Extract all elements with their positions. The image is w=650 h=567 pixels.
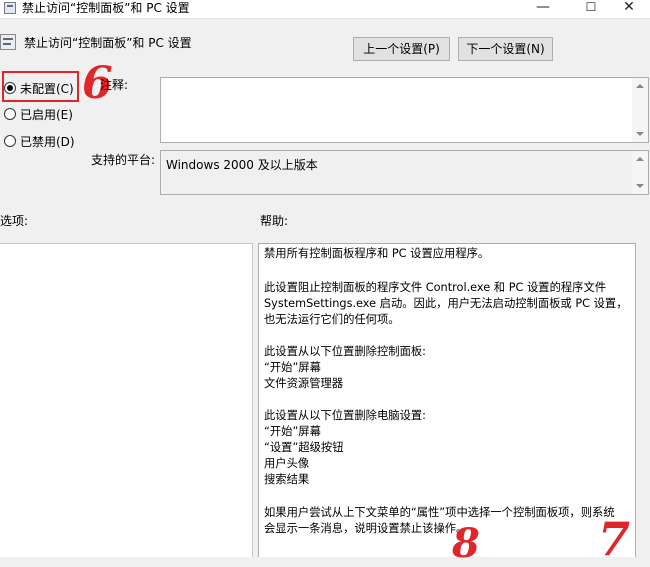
help-line: “开始”屏幕 xyxy=(264,361,321,374)
annotation-step-8: 8 xyxy=(452,520,480,567)
help-line: “开始”屏幕 xyxy=(264,425,321,438)
supported-on-label: 支持的平台: xyxy=(91,153,156,167)
radio-enabled-label: 已启用(E) xyxy=(20,107,73,122)
annotation-highlight-box xyxy=(2,71,79,102)
title-bar: 禁止访问“控制面板”和 PC 设置 — ☐ ✕ xyxy=(0,0,650,19)
scroll-down-arrow-icon[interactable] xyxy=(636,132,644,136)
options-pane xyxy=(0,243,253,557)
scroll-up-arrow-icon[interactable] xyxy=(636,157,644,161)
help-line: 用户头像 xyxy=(264,457,310,470)
comment-scrollbar[interactable] xyxy=(632,78,648,142)
radio-disabled-label: 已禁用(D) xyxy=(20,134,75,149)
radio-disabled[interactable]: 已禁用(D) xyxy=(4,132,75,150)
next-setting-button[interactable]: 下一个设置(N) xyxy=(458,37,553,61)
help-line: SystemSettings.exe 启动。因此，用户无法启动控制面板或 PC … xyxy=(264,297,628,310)
help-line: 此设置从以下位置删除电脑设置: xyxy=(264,409,426,422)
policy-title: 禁止访问“控制面板”和 PC 设置 xyxy=(24,36,192,50)
supported-on-scrollbar[interactable] xyxy=(632,151,648,194)
policy-app-icon xyxy=(4,2,16,14)
help-line: 文件资源管理器 xyxy=(264,377,344,390)
policy-setting-icon xyxy=(0,34,16,50)
help-line: 会显示一条消息，说明设置禁止该操作。 xyxy=(264,522,468,535)
maximize-button[interactable]: ☐ xyxy=(570,0,612,17)
scroll-up-arrow-icon[interactable] xyxy=(636,84,644,88)
close-button[interactable]: ✕ xyxy=(608,0,650,17)
supported-on-value: Windows 2000 及以上版本 xyxy=(166,158,318,172)
options-label: 选项: xyxy=(0,214,29,228)
radio-enabled-circle[interactable] xyxy=(4,108,16,120)
help-line: 禁用所有控制面板程序和 PC 设置应用程序。 xyxy=(264,247,490,260)
annotation-step-7: 7 xyxy=(598,512,631,566)
help-line: 此设置阻止控制面板的程序文件 Control.exe 和 PC 设置的程序文件 xyxy=(264,281,607,294)
supported-on-field: Windows 2000 及以上版本 xyxy=(160,150,649,195)
help-label: 帮助: xyxy=(260,214,289,228)
previous-setting-button[interactable]: 上一个设置(P) xyxy=(353,37,450,61)
help-line: 如果用户尝试从上下文菜单的“属性”项中选择一个控制面板项，则系统 xyxy=(264,506,615,519)
help-pane: 禁用所有控制面板程序和 PC 设置应用程序。 此设置阻止控制面板的程序文件 Co… xyxy=(258,243,636,557)
comment-textarea[interactable] xyxy=(160,77,649,143)
help-scrollbar[interactable] xyxy=(636,243,650,557)
radio-disabled-circle[interactable] xyxy=(4,135,16,147)
radio-enabled[interactable]: 已启用(E) xyxy=(4,105,73,123)
comment-label: 注释: xyxy=(100,78,129,92)
help-line: 搜索结果 xyxy=(264,473,310,486)
help-line: 也无法运行它们的任何项。 xyxy=(264,313,400,326)
help-line: “设置”超级按钮 xyxy=(264,441,344,454)
minimize-button[interactable]: — xyxy=(522,0,564,17)
scroll-down-arrow-icon[interactable] xyxy=(636,184,644,188)
help-line: 此设置从以下位置删除控制面板: xyxy=(264,345,426,358)
window-title: 禁止访问“控制面板”和 PC 设置 xyxy=(22,1,190,15)
